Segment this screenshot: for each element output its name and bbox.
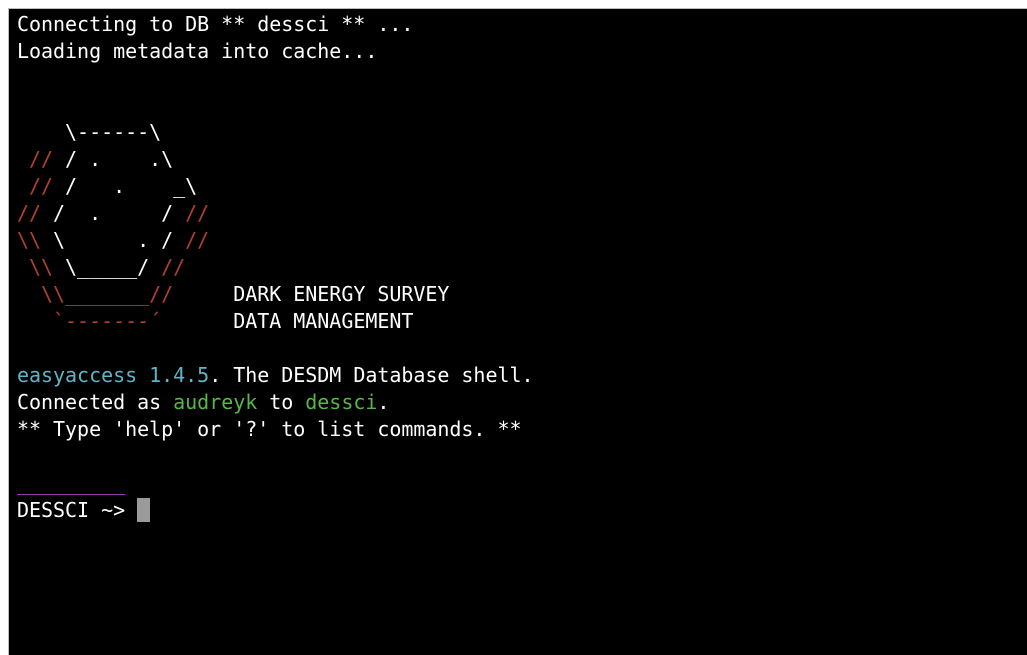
logo-line-2: // / . .\ bbox=[17, 146, 534, 173]
logo-red-segment: // bbox=[161, 255, 186, 279]
logo-red-segment: // bbox=[17, 147, 66, 171]
logo-line-8: `-------´ DATA MANAGEMENT bbox=[17, 308, 534, 335]
logo-art-segment: / . .\ bbox=[65, 147, 174, 171]
connected-prefix: Connected as bbox=[17, 390, 174, 414]
logo-art-segment: \ . / bbox=[53, 228, 186, 252]
logo-line-7: \\_______// DARK ENERGY SURVEY bbox=[17, 281, 534, 308]
logo-line-6: \\ \_____/ // bbox=[17, 254, 534, 281]
survey-title-line-1: DARK ENERGY SURVEY bbox=[233, 282, 450, 306]
logo-red-segment: // bbox=[17, 174, 66, 198]
logo-red-segment: // bbox=[185, 201, 210, 225]
text-cursor[interactable] bbox=[137, 498, 151, 522]
logo-line-4: // / . / // bbox=[17, 200, 534, 227]
logo-red-segment: // bbox=[185, 228, 210, 252]
logo-red-segment: `-------´ bbox=[17, 309, 162, 333]
help-hint-line: ** Type 'help' or '?' to list commands. … bbox=[17, 417, 522, 441]
logo-art-segment: / . _\ bbox=[65, 174, 198, 198]
logo-red-segment: // bbox=[17, 201, 54, 225]
connected-mid: to bbox=[257, 390, 306, 414]
terminal-output: Connecting to DB ** dessci ** ... Loading… bbox=[17, 11, 534, 524]
logo-art-segment: / . / bbox=[53, 201, 186, 225]
connected-suffix: . bbox=[377, 390, 390, 414]
logo-line-5: \\ \ . / // bbox=[17, 227, 534, 254]
status-line-connecting: Connecting to DB ** dessci ** ... bbox=[17, 12, 414, 36]
app-tagline: . The DESDM Database shell. bbox=[209, 363, 534, 387]
logo-art-segment: \_____/ bbox=[65, 255, 162, 279]
username: audreyk bbox=[173, 390, 258, 414]
logo-red-segment: \\ bbox=[17, 255, 66, 279]
logo-red-segment: \\_______// bbox=[17, 282, 174, 306]
banner-version-line: easyaccess 1.4.5. The DESDM Database she… bbox=[17, 362, 534, 389]
shell-prompt: DESSCI ~> bbox=[17, 498, 138, 522]
database-name: dessci bbox=[305, 390, 378, 414]
prompt-line[interactable]: DESSCI ~> bbox=[17, 497, 534, 524]
banner-connection-line: Connected as audreyk to dessci. bbox=[17, 389, 534, 416]
survey-title-line-2: DATA MANAGEMENT bbox=[233, 309, 414, 333]
prompt-separator: _________ bbox=[17, 471, 126, 495]
app-name: easyaccess 1.4.5 bbox=[17, 363, 210, 387]
logo-line-3: // / . _\ bbox=[17, 173, 534, 200]
logo-art-segment: \------\ bbox=[17, 120, 162, 144]
logo-line-1: \------\ bbox=[17, 119, 534, 146]
terminal-window[interactable]: Connecting to DB ** dessci ** ... Loading… bbox=[8, 8, 1027, 655]
logo-red-segment: \\ bbox=[17, 228, 54, 252]
status-line-loading: Loading metadata into cache... bbox=[17, 39, 378, 63]
